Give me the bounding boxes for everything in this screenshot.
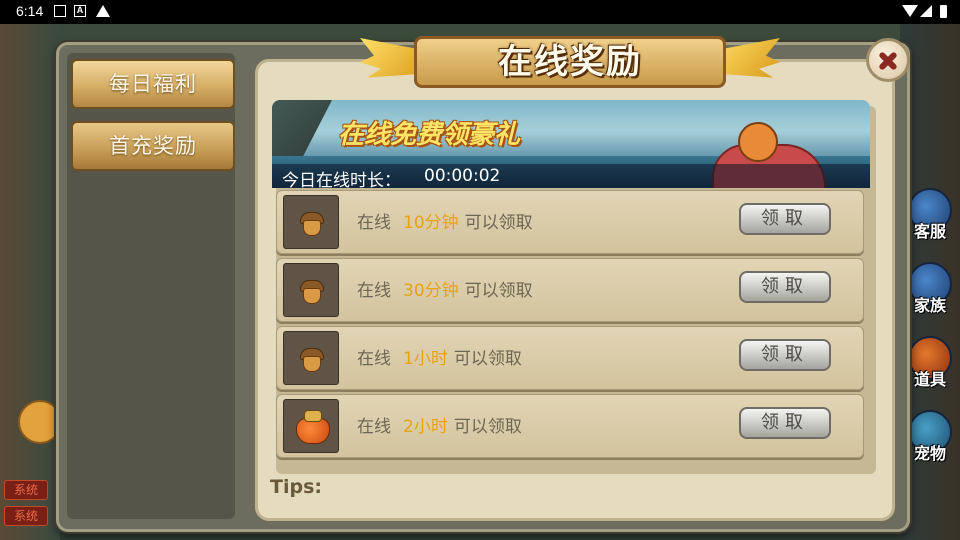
reward-item-slot <box>283 263 339 317</box>
dialog-title: 在线奖励 <box>498 42 642 82</box>
acorn-icon <box>300 212 324 236</box>
banner-headline: 在线免费领豪礼 <box>338 120 521 150</box>
acorn-icon <box>300 348 324 372</box>
reward-duration: 30分钟 <box>403 281 459 301</box>
chat-system-tag: 系统 <box>4 506 48 526</box>
tab-daily-benefits[interactable]: 每日福利 <box>71 59 235 109</box>
side-button-label: 道具 <box>913 370 946 389</box>
reward-prefix: 在线 <box>357 417 391 437</box>
claim-button[interactable]: 领取 <box>739 271 831 303</box>
reward-item-slot <box>283 195 339 249</box>
reward-suffix: 可以领取 <box>453 417 522 437</box>
reward-row: 在线 1小时 可以领取 领取 <box>276 326 864 390</box>
reward-duration: 1小时 <box>403 349 448 369</box>
tab-first-recharge[interactable]: 首充奖励 <box>71 121 235 171</box>
reward-prefix: 在线 <box>357 281 391 301</box>
side-button-customer-service[interactable]: 客服 <box>904 188 956 244</box>
reward-suffix: 可以领取 <box>453 349 522 369</box>
rider-head <box>738 122 778 162</box>
side-button-items[interactable]: 道具 <box>904 336 956 392</box>
money-bag-icon <box>296 410 330 444</box>
acorn-icon <box>300 280 324 304</box>
reward-row: 在线 30分钟 可以领取 领取 <box>276 258 864 322</box>
reward-prefix: 在线 <box>357 213 391 233</box>
reward-condition: 在线 2小时 可以领取 <box>357 395 522 459</box>
reward-item-slot <box>283 331 339 385</box>
status-time: 6:14 <box>16 3 44 19</box>
signal-icon <box>920 5 932 17</box>
side-button-family[interactable]: 家族 <box>904 262 956 318</box>
online-time-value: 00:00:02 <box>424 166 501 186</box>
battery-icon <box>940 5 947 18</box>
promo-banner: 在线免费领豪礼 今日在线时长： 00:00:02 <box>272 100 870 188</box>
reward-condition: 在线 30分钟 可以领取 <box>357 259 533 323</box>
claim-button[interactable]: 领取 <box>739 339 831 371</box>
reward-tab-panel: 每日福利 首充奖励 <box>67 53 235 519</box>
claim-button[interactable]: 领取 <box>739 407 831 439</box>
reward-suffix: 可以领取 <box>464 281 533 301</box>
reward-row: 在线 10分钟 可以领取 领取 <box>276 190 864 254</box>
chat-system-tag: 系统 <box>4 480 48 500</box>
tips-label: Tips: <box>270 476 322 498</box>
reward-row: 在线 2小时 可以领取 领取 <box>276 394 864 458</box>
dialog-title-banner: 在线奖励 <box>360 30 780 96</box>
wifi-icon <box>902 5 918 17</box>
claim-button[interactable]: 领取 <box>739 203 831 235</box>
close-button[interactable] <box>866 38 910 82</box>
a-notification-icon: A <box>74 5 86 17</box>
reward-item-slot <box>283 399 339 453</box>
online-time-label: 今日在线时长： <box>282 171 401 188</box>
reward-duration: 10分钟 <box>403 213 459 233</box>
reward-duration: 2小时 <box>403 417 448 437</box>
reward-prefix: 在线 <box>357 349 391 369</box>
status-bar: 6:14 A <box>0 0 960 24</box>
warning-icon <box>96 5 110 17</box>
reward-suffix: 可以领取 <box>464 213 533 233</box>
side-button-label: 宠物 <box>913 444 946 463</box>
background-left-edge <box>0 24 60 540</box>
reward-condition: 在线 1小时 可以领取 <box>357 327 522 391</box>
image-notification-icon <box>54 5 66 17</box>
side-button-label: 家族 <box>913 296 946 315</box>
side-button-label: 客服 <box>913 222 946 241</box>
reward-condition: 在线 10分钟 可以领取 <box>357 191 533 255</box>
side-button-pets[interactable]: 宠物 <box>904 410 956 466</box>
